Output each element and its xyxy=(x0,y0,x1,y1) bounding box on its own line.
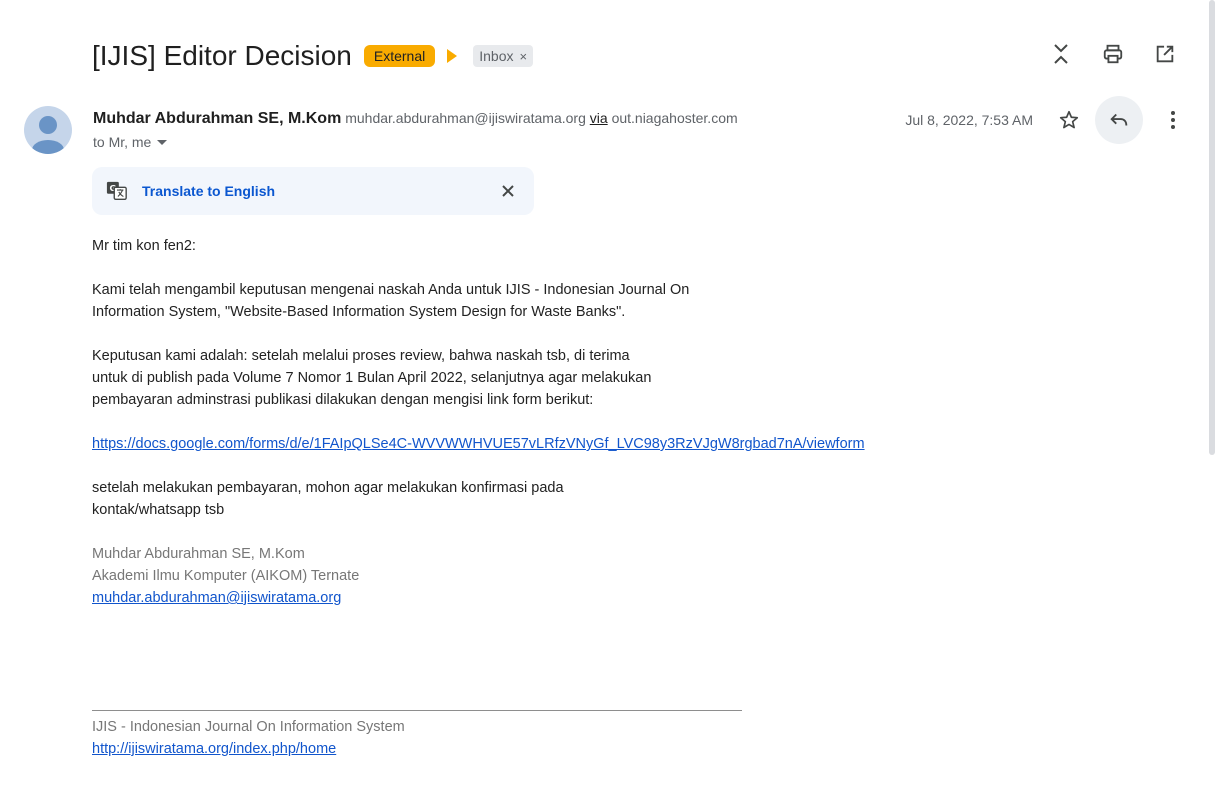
chevron-down-icon[interactable] xyxy=(157,139,168,145)
recipients-toggle[interactable]: to Mr, me xyxy=(93,134,738,150)
inbox-label: Inbox × xyxy=(473,45,534,67)
footer-url-link[interactable]: http://ijiswiratama.org/index.php/home xyxy=(92,741,336,757)
journal-footer: IJIS - Indonesian Journal On Information… xyxy=(92,716,405,760)
external-badge: External xyxy=(363,45,436,67)
collapse-icon[interactable] xyxy=(1047,40,1075,68)
reply-icon[interactable] xyxy=(1095,96,1143,144)
email-view: [IJIS] Editor Decision External Inbox × xyxy=(0,0,1215,785)
form-link[interactable]: https://docs.google.com/forms/d/e/1FAIpQ… xyxy=(92,436,865,452)
thread-actions xyxy=(1047,40,1179,68)
star-icon[interactable] xyxy=(1057,108,1081,132)
inbox-label-text: Inbox xyxy=(479,48,514,64)
translate-link[interactable]: Translate to English xyxy=(142,183,275,199)
message-body: Mr tim kon fen2: Kami telah mengambil ke… xyxy=(92,235,972,609)
sender-avatar[interactable] xyxy=(24,106,72,154)
via-link[interactable]: via xyxy=(590,110,608,126)
importance-marker-icon[interactable] xyxy=(447,49,458,63)
remove-label-button[interactable]: × xyxy=(519,49,527,64)
recipients-text: to Mr, me xyxy=(93,134,152,150)
body-paragraph-2: Keputusan kami adalah: setelah melalui p… xyxy=(92,348,652,408)
body-paragraph-3: setelah melakukan pembayaran, mohon agar… xyxy=(92,480,564,518)
scrollbar-thumb[interactable] xyxy=(1209,0,1215,455)
body-paragraph-1: Kami telah mengambil keputusan mengenai … xyxy=(92,282,690,320)
close-icon[interactable] xyxy=(498,181,518,201)
signature-email-link[interactable]: muhdar.abdurahman@ijiswiratama.org xyxy=(92,590,341,606)
message-date: Jul 8, 2022, 7:53 AM xyxy=(905,112,1033,128)
signature-name: Muhdar Abdurahman SE, M.Kom xyxy=(92,546,305,562)
via-host: out.niagahoster.com xyxy=(611,110,738,126)
open-in-new-icon[interactable] xyxy=(1151,40,1179,68)
more-vert-icon[interactable] xyxy=(1161,108,1185,132)
scrollbar[interactable] xyxy=(1209,0,1215,785)
translate-bar: G Translate to English xyxy=(92,167,534,215)
sender-email: muhdar.abdurahman@ijiswiratama.org xyxy=(345,110,586,126)
signature: Muhdar Abdurahman SE, M.Kom Akademi Ilmu… xyxy=(92,543,972,609)
footer-journal-name: IJIS - Indonesian Journal On Information… xyxy=(92,719,405,735)
signature-org: Akademi Ilmu Komputer (AIKOM) Ternate xyxy=(92,568,360,584)
subject-row: [IJIS] Editor Decision External Inbox × xyxy=(92,36,534,76)
greeting: Mr tim kon fen2: xyxy=(92,238,196,254)
message-meta: Jul 8, 2022, 7:53 AM xyxy=(905,96,1185,144)
print-icon[interactable] xyxy=(1099,40,1127,68)
translate-icon: G xyxy=(106,181,127,200)
email-subject: [IJIS] Editor Decision xyxy=(92,40,352,71)
signature-divider xyxy=(92,710,742,711)
sender-block: Muhdar Abdurahman SE, M.Kom muhdar.abdur… xyxy=(93,110,738,150)
sender-name[interactable]: Muhdar Abdurahman SE, M.Kom xyxy=(93,110,341,127)
